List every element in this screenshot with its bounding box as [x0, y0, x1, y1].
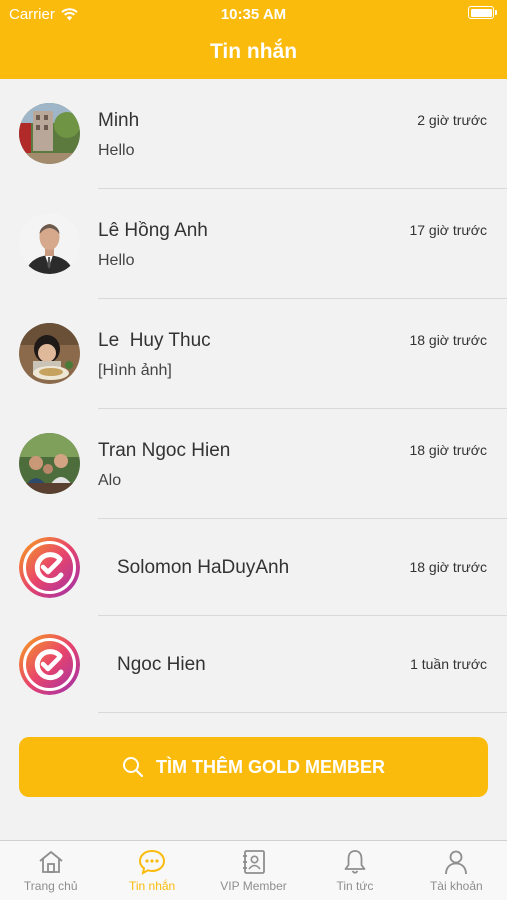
conversation-row[interactable]: Tran Ngoc Hien Alo 18 giờ trước — [0, 409, 507, 519]
tab-label: Tin tức — [336, 879, 374, 893]
find-gold-member-label: TÌM THÊM GOLD MEMBER — [156, 756, 385, 777]
page-title: Tin nhắn — [209, 40, 298, 63]
message-preview: Hello — [98, 142, 135, 159]
avatar — [19, 323, 80, 384]
message-preview: Alo — [98, 472, 122, 489]
app-logo-avatar — [19, 537, 80, 598]
message-time: 17 giờ trước — [409, 222, 487, 238]
contact-name: Tran Ngoc Hien — [98, 440, 231, 461]
conversation-row[interactable]: Ngoc Hien 1 tuần trước — [0, 616, 507, 713]
message-preview: [Hình ảnh] — [98, 362, 172, 379]
contact-name: Ngoc Hien — [117, 654, 206, 675]
avatar — [19, 433, 80, 494]
message-time: 2 giờ trước — [417, 112, 487, 128]
row-divider — [98, 712, 507, 713]
message-time: 18 giờ trước — [409, 442, 487, 458]
avatar — [19, 213, 80, 274]
message-time: 18 giờ trước — [409, 559, 487, 575]
tab-messages[interactable]: Tin nhắn — [101, 841, 202, 900]
conversation-row[interactable]: Lê Hồng Anh Hello 17 giờ trước — [0, 189, 507, 299]
home-icon — [39, 851, 63, 873]
navigation-header: Carrier 10:35 AM Tin nhắn — [0, 0, 507, 79]
tab-label: Tin nhắn — [128, 879, 176, 893]
tab-label: VIP Member — [220, 879, 287, 893]
battery-icon — [468, 6, 497, 19]
search-icon — [123, 757, 144, 778]
user-icon — [445, 850, 468, 875]
contact-card-icon — [242, 850, 265, 874]
chat-icon — [139, 849, 166, 875]
tab-news[interactable]: Tin tức — [304, 841, 405, 900]
status-bar: Carrier 10:35 AM — [0, 0, 507, 28]
contact-name: Minh — [98, 110, 140, 131]
conversation-row[interactable]: Solomon HaDuyAnh 18 giờ trước — [0, 519, 507, 616]
tab-home[interactable]: Trang chủ — [0, 841, 101, 900]
conversation-row[interactable]: Minh Hello 2 giờ trước — [0, 79, 507, 189]
tab-label: Tài khoản — [429, 879, 483, 893]
message-time: 1 tuần trước — [410, 656, 487, 672]
contact-name: Solomon HaDuyAnh — [117, 557, 290, 578]
contact-name: Le Huy Thuc — [98, 330, 211, 351]
message-preview: Hello — [98, 252, 135, 269]
bell-icon — [344, 850, 366, 874]
contact-name: Lê Hồng Anh — [98, 220, 208, 241]
app-logo-avatar — [19, 634, 80, 695]
status-time: 10:35 AM — [220, 6, 287, 23]
conversation-list: Minh Hello 2 giờ trước Lê Hồng Anh Hello… — [0, 79, 507, 713]
avatar — [19, 103, 80, 164]
tab-account[interactable]: Tài khoản — [406, 841, 507, 900]
tab-vip-member[interactable]: VIP Member — [203, 841, 304, 900]
tab-bar: Trang chủ Tin nhắn VIP Member Tin tức Tà… — [0, 840, 507, 900]
find-gold-member-button[interactable]: TÌM THÊM GOLD MEMBER — [19, 737, 488, 797]
tab-label: Trang chủ — [23, 879, 78, 893]
message-time: 18 giờ trước — [409, 332, 487, 348]
conversation-row[interactable]: Le Huy Thuc [Hình ảnh] 18 giờ trước — [0, 299, 507, 409]
